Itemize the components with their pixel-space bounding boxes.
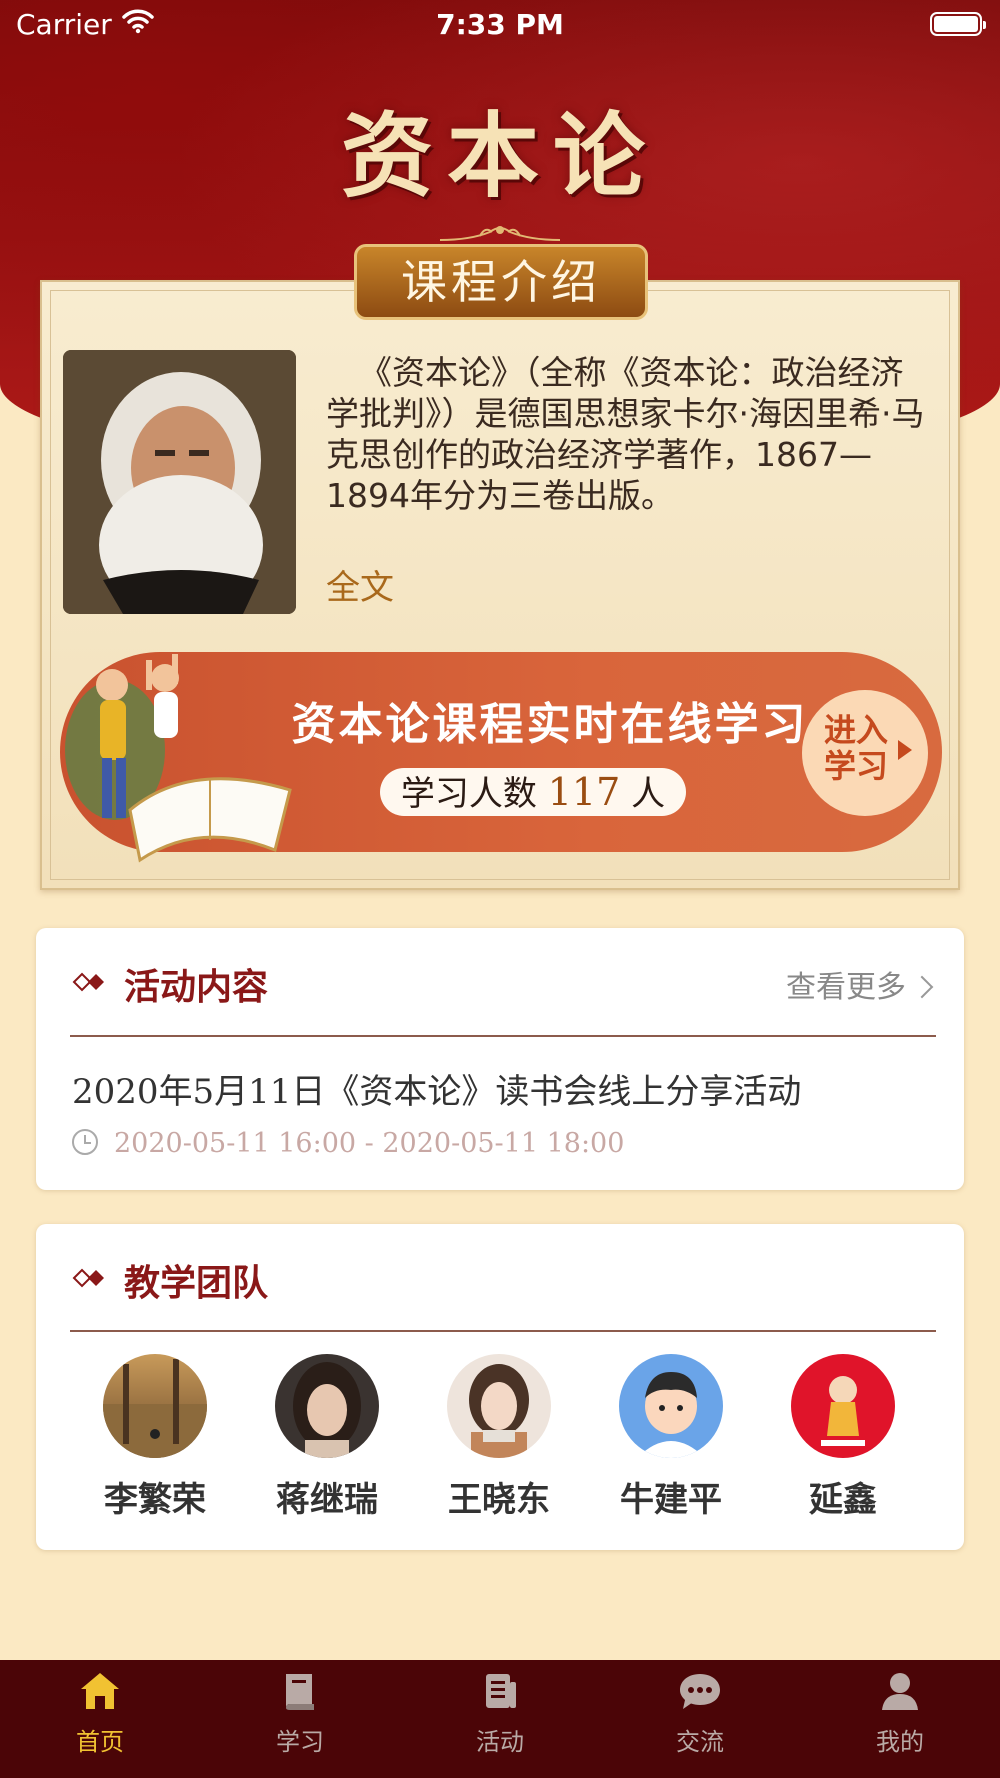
tab-study[interactable]: 学习 — [240, 1670, 360, 1757]
tab-me[interactable]: 我的 — [840, 1670, 960, 1757]
team-member[interactable]: 李繁荣 — [70, 1354, 240, 1521]
member-name: 王晓东 — [448, 1480, 550, 1520]
team-header: 教学团队 — [36, 1224, 964, 1332]
view-more-link[interactable]: 查看更多 — [786, 962, 934, 1006]
app-title: 资本论 — [340, 102, 659, 210]
divider — [70, 1035, 936, 1037]
learner-count-suffix: 人 — [631, 774, 666, 814]
ornament-icon — [440, 226, 560, 241]
tab-label: 我的 — [876, 1728, 924, 1756]
activities-header: 活动内容 查看更多 — [36, 928, 964, 1036]
diamond-icon — [72, 1268, 104, 1288]
students-reading-illustration — [65, 654, 292, 863]
activities-title: 活动内容 — [124, 967, 269, 1008]
bottom-tab-bar: 首页 学习 活动 交流 我的 — [0, 1660, 1000, 1778]
course-description: 《资本论》（全称《资本论：政治经济学批判》）是德国思想家卡尔·海因里希·马克思创… — [326, 353, 925, 515]
enter-study-label-2: 学习 — [824, 747, 889, 785]
learner-count-value: 117 — [547, 770, 621, 814]
clock-icon — [72, 1129, 98, 1155]
diamond-icon — [72, 972, 104, 992]
course-intro-badge: 课程介绍 — [354, 244, 648, 320]
learner-count-prefix: 学习人数 — [400, 774, 537, 814]
avatar — [103, 1354, 207, 1458]
tab-label: 首页 — [76, 1728, 124, 1756]
avatar — [447, 1354, 551, 1458]
team-member[interactable]: 延鑫 — [758, 1354, 928, 1521]
play-triangle-icon — [898, 740, 912, 760]
author-portrait — [63, 350, 296, 614]
activities-card: 活动内容 查看更多 2020年5月11日《资本论》读书会线上分享活动 2020-… — [36, 928, 964, 1190]
home-icon — [81, 1673, 119, 1709]
tab-label: 学习 — [276, 1728, 324, 1756]
status-bar: Carrier 7:33 PM — [0, 0, 1000, 50]
team-member[interactable]: 牛建平 — [586, 1354, 756, 1521]
activity-icon — [486, 1674, 516, 1708]
member-name: 牛建平 — [620, 1480, 722, 1520]
team-member[interactable]: 蒋继瑞 — [242, 1354, 412, 1521]
battery-icon — [930, 12, 986, 36]
status-time: 7:33 PM — [436, 8, 564, 41]
chevron-right-icon — [910, 975, 934, 999]
team-title: 教学团队 — [124, 1263, 269, 1304]
enter-study-label-1: 进入 — [824, 711, 889, 749]
tab-chat[interactable]: 交流 — [640, 1670, 760, 1757]
tab-label: 交流 — [676, 1728, 724, 1756]
team-member[interactable]: 王晓东 — [414, 1354, 584, 1521]
user-icon — [882, 1673, 918, 1710]
member-name: 蒋继瑞 — [276, 1480, 378, 1520]
chat-icon — [680, 1674, 720, 1709]
avatar — [275, 1354, 379, 1458]
enter-study-button[interactable]: 进入 学习 — [802, 690, 928, 816]
avatar — [791, 1354, 895, 1458]
tab-home[interactable]: 首页 — [40, 1670, 160, 1757]
banner-title: 资本论课程实时在线学习 — [291, 699, 809, 750]
avatar — [619, 1354, 723, 1458]
tab-label: 活动 — [476, 1728, 524, 1756]
divider — [70, 1330, 936, 1332]
tab-activity[interactable]: 活动 — [440, 1670, 560, 1757]
activity-item-time: 2020-05-11 16:00 - 2020-05-11 18:00 — [114, 1128, 625, 1159]
learner-count: 学习人数 117 人 — [380, 768, 686, 816]
full-text-link[interactable]: 全文 — [326, 560, 394, 609]
member-name: 延鑫 — [809, 1480, 877, 1520]
member-name: 李繁荣 — [104, 1480, 206, 1520]
live-study-banner[interactable]: 资本论课程实时在线学习 学习人数 117 人 进入 学习 — [60, 650, 942, 863]
book-icon — [286, 1674, 314, 1710]
activity-item-title[interactable]: 2020年5月11日《资本论》读书会线上分享活动 — [72, 1064, 801, 1113]
